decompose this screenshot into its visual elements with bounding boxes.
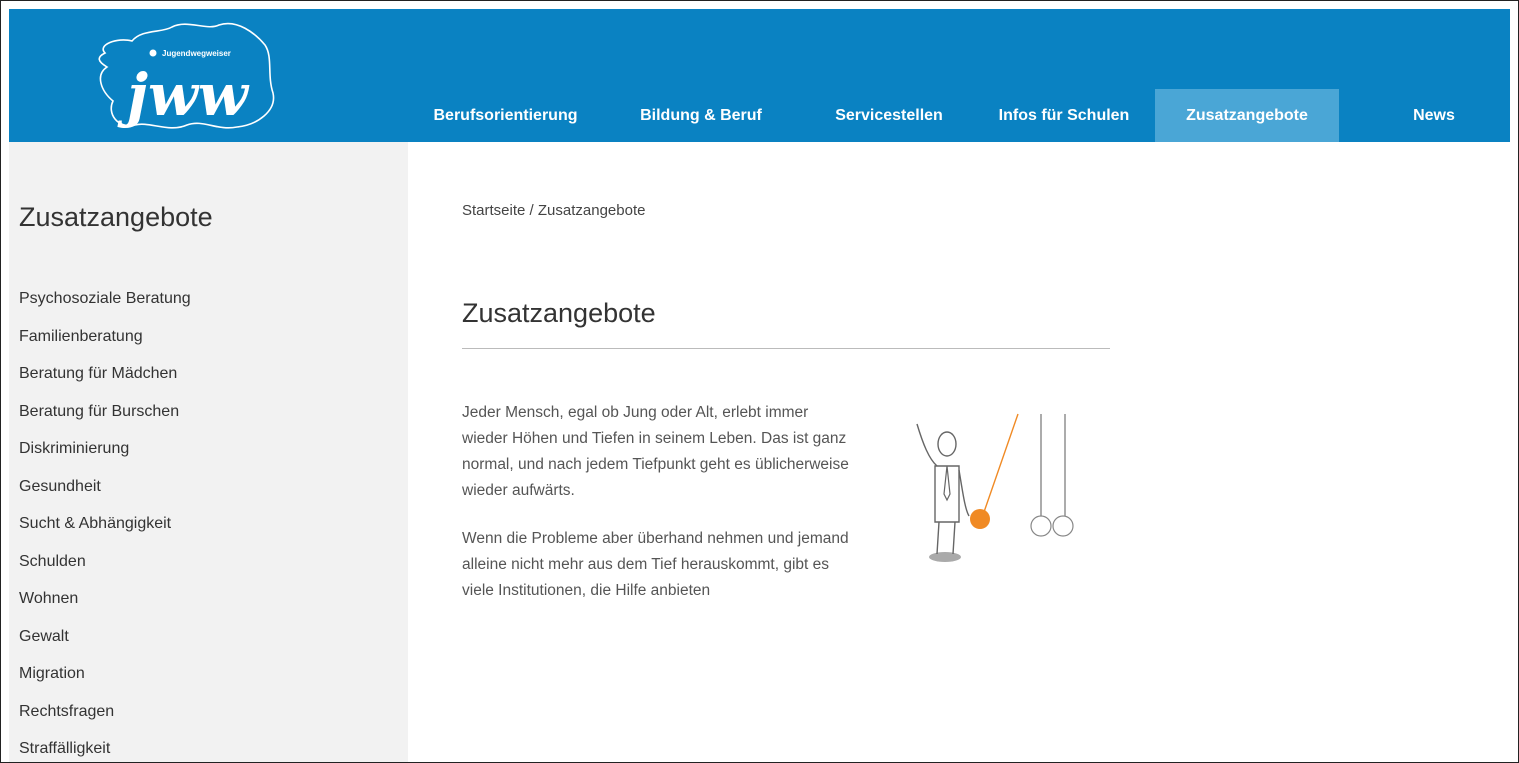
- nav-bildung-beruf[interactable]: Bildung & Beruf: [597, 89, 805, 142]
- sidebar-item-gewalt[interactable]: Gewalt: [19, 624, 191, 662]
- sidebar-item-migration[interactable]: Migration: [19, 661, 191, 699]
- breadcrumb-current: Zusatzangebote: [537, 202, 646, 219]
- title-divider: [462, 348, 1110, 349]
- sidebar-item-straffaelligkeit[interactable]: Straffälligkeit: [19, 736, 191, 762]
- svg-text:jww: jww: [117, 61, 250, 129]
- sidebar-item-familienberatung[interactable]: Familienberatung: [19, 324, 191, 362]
- sidebar-item-psychosoziale-beratung[interactable]: Psychosoziale Beratung: [19, 286, 191, 324]
- nav-zusatzangebote[interactable]: Zusatzangebote: [1155, 89, 1339, 142]
- nav-servicestellen[interactable]: Servicestellen: [805, 89, 973, 142]
- page-frame: Jugendwegweiser jww Berufsorientierung B…: [0, 0, 1519, 763]
- sidebar-menu: Psychosoziale Beratung Familienberatung …: [19, 286, 191, 762]
- intro-paragraph: Jeder Mensch, egal ob Jung oder Alt, erl…: [462, 404, 849, 499]
- nav-news[interactable]: News: [1339, 89, 1518, 142]
- breadcrumb: Startseite / Zusatzangebote: [462, 202, 645, 219]
- nav-infos-fuer-schulen[interactable]: Infos für Schulen: [973, 89, 1155, 142]
- sidebar-item-schulden[interactable]: Schulden: [19, 549, 191, 587]
- jww-logo[interactable]: Jugendwegweiser jww: [87, 15, 277, 137]
- main-content: Startseite / Zusatzangebote Zusatzangebo…: [408, 142, 1510, 762]
- breadcrumb-home-link[interactable]: Startseite: [462, 202, 525, 219]
- sidebar-item-beratung-maedchen[interactable]: Beratung für Mädchen: [19, 361, 191, 399]
- sidebar-item-rechtsfragen[interactable]: Rechtsfragen: [19, 699, 191, 737]
- sidebar-item-wohnen[interactable]: Wohnen: [19, 586, 191, 624]
- help-paragraph: Wenn die Probleme aber überhand nehmen u…: [462, 530, 849, 599]
- sidebar: Zusatzangebote Psychosoziale Beratung Fa…: [9, 142, 408, 762]
- breadcrumb-separator: /: [525, 202, 538, 219]
- main-nav: Berufsorientierung Bildung & Beruf Servi…: [414, 89, 1518, 142]
- sidebar-item-beratung-burschen[interactable]: Beratung für Burschen: [19, 399, 191, 437]
- nav-berufsorientierung[interactable]: Berufsorientierung: [414, 89, 597, 142]
- sidebar-item-sucht[interactable]: Sucht & Abhängigkeit: [19, 511, 191, 549]
- sidebar-item-gesundheit[interactable]: Gesundheit: [19, 474, 191, 512]
- sidebar-title: Zusatzangebote: [19, 202, 213, 232]
- sidebar-item-diskriminierung[interactable]: Diskriminierung: [19, 436, 191, 474]
- site-header: Jugendwegweiser jww Berufsorientierung B…: [9, 9, 1510, 142]
- svg-text:Jugendwegweiser: Jugendwegweiser: [162, 49, 231, 58]
- page-title: Zusatzangebote: [462, 298, 656, 328]
- pendulum-illustration: [916, 413, 1074, 562]
